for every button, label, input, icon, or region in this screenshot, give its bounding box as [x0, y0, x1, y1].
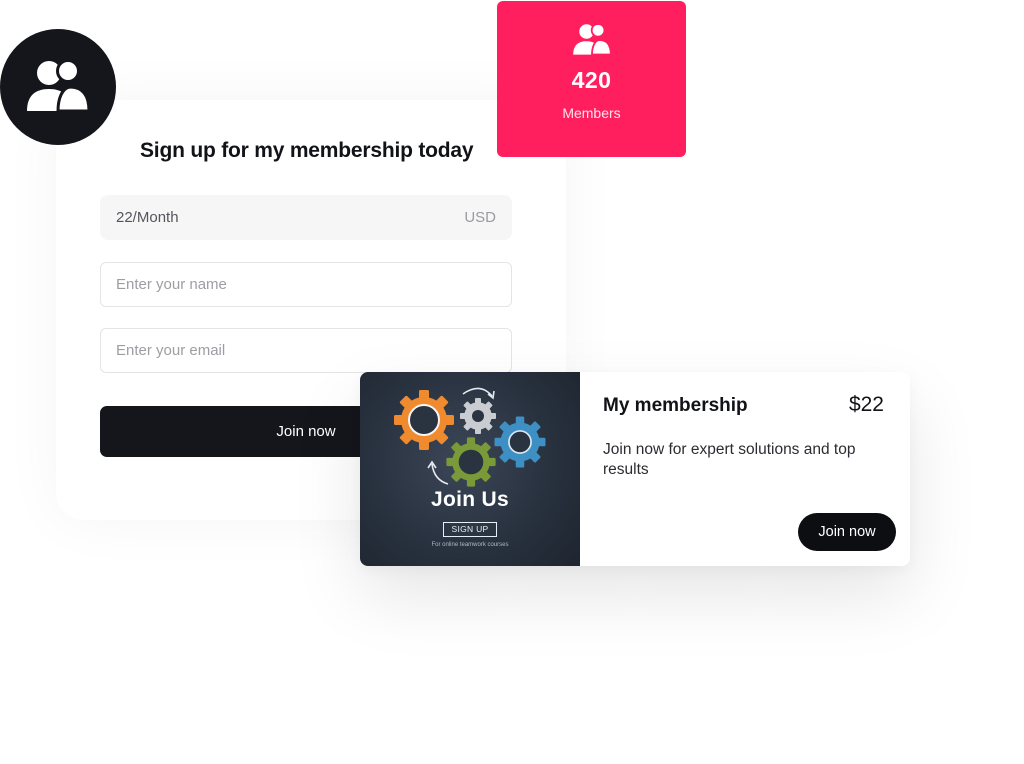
- price-currency: USD: [464, 209, 496, 226]
- price-value: 22/Month: [116, 209, 179, 226]
- gears-illustration: [394, 387, 546, 487]
- email-input[interactable]: [100, 328, 512, 373]
- membership-description: Join now for expert solutions and top re…: [603, 441, 856, 478]
- members-count: 420: [571, 67, 612, 93]
- join-us-banner: Join Us SIGN UP For online teamwork cour…: [360, 372, 580, 566]
- members-label: Members: [562, 105, 621, 121]
- users-icon: [27, 59, 91, 113]
- avatar: [0, 29, 116, 145]
- banner-signup-label: SIGN UP: [443, 522, 497, 537]
- membership-card-body: My membership $22 Join now for expert so…: [580, 372, 910, 566]
- price-field: 22/Month USD: [100, 195, 512, 240]
- membership-join-button[interactable]: Join now: [798, 513, 896, 551]
- banner-title: Join Us: [431, 488, 509, 511]
- members-tile: 420 Members: [497, 1, 686, 157]
- membership-price: $22: [848, 393, 884, 416]
- page: Sign up for my membership today 22/Month…: [0, 0, 1024, 764]
- green-gear-icon: [446, 437, 496, 487]
- name-input[interactable]: [100, 262, 512, 307]
- gray-gear-icon: [460, 398, 496, 434]
- curved-arrow-icon: [462, 387, 493, 397]
- membership-title: My membership: [603, 395, 748, 416]
- banner-caption: For online teamwork courses: [431, 542, 509, 548]
- membership-card: Join Us SIGN UP For online teamwork cour…: [360, 372, 910, 566]
- users-icon: [572, 23, 612, 56]
- blue-gear-icon: [494, 416, 546, 468]
- orange-gear-icon: [394, 390, 454, 450]
- signup-title: Sign up for my membership today: [140, 139, 474, 162]
